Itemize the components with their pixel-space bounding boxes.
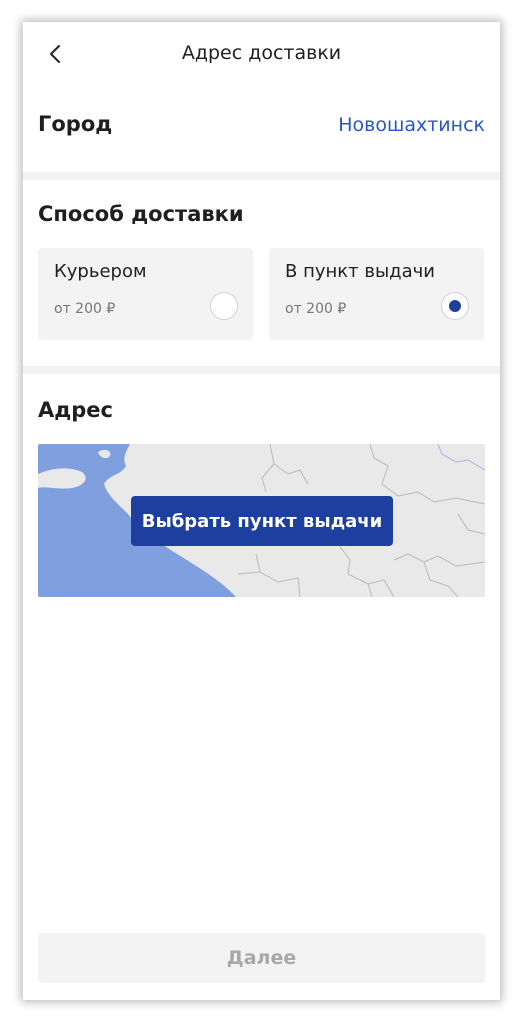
address-title: Адрес [38,398,113,422]
header-city-section: Адрес доставки Город Новошахтинск [23,22,500,172]
option-price: от 200 ₽ [54,301,116,317]
city-label: Город [38,112,113,136]
option-name: Курьером [54,261,147,282]
select-pickup-point-button[interactable]: Выбрать пункт выдачи [131,496,393,546]
delivery-method-title: Способ доставки [38,202,244,226]
phone-screen: Адрес доставки Город Новошахтинск Способ… [23,22,500,1000]
next-button[interactable]: Далее [38,933,485,983]
radio-button-courier[interactable] [210,292,238,320]
map-preview[interactable]: Выбрать пункт выдачи [38,444,485,597]
option-price: от 200 ₽ [285,301,347,317]
delivery-option-courier[interactable]: Курьером от 200 ₽ [38,248,253,340]
page-title: Адрес доставки [181,42,342,64]
option-name: В пункт выдачи [285,261,435,282]
delivery-option-pickup-point[interactable]: В пункт выдачи от 200 ₽ [269,248,484,340]
radio-button-pickup-point[interactable] [441,292,469,320]
city-select-link[interactable]: Новошахтинск [338,114,485,136]
